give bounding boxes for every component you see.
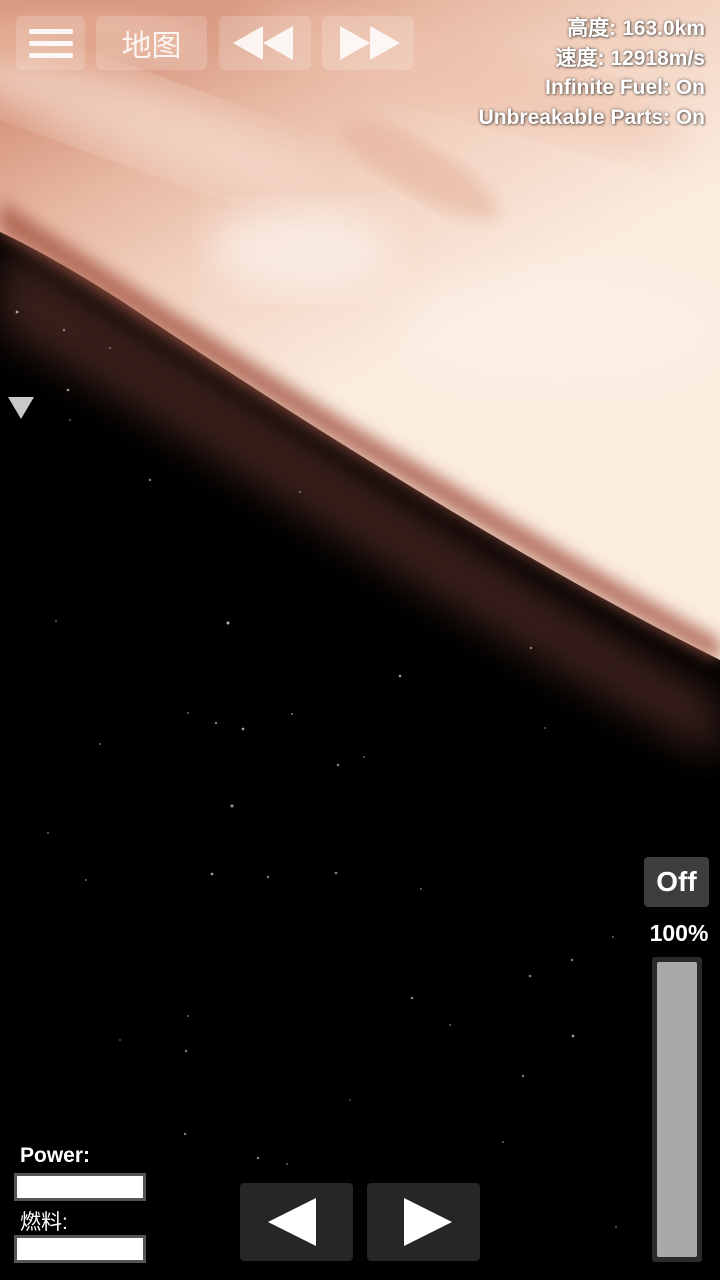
unbreakable-parts-status: Unbreakable Parts: On — [478, 105, 705, 129]
speed-readout: 速度: 12918m/s — [555, 46, 705, 70]
engine-toggle-label: Off — [656, 866, 697, 897]
fast-forward-button[interactable] — [322, 16, 414, 70]
hamburger-menu-icon-line — [29, 41, 73, 46]
rotate-left-button[interactable] — [240, 1183, 353, 1261]
power-label: Power: — [20, 1144, 91, 1167]
hamburger-menu-icon — [29, 29, 73, 34]
cloud-band — [400, 270, 720, 390]
fuel-label: 燃料: — [20, 1211, 68, 1234]
rewind-icon — [233, 26, 293, 60]
flight-stats: 高度: 163.0km 速度: 12918m/s Infinite Fuel: … — [479, 14, 705, 132]
fuel-bar — [14, 1235, 146, 1263]
triangle-down-icon — [8, 397, 34, 419]
rotate-right-button[interactable] — [367, 1183, 480, 1261]
altitude-readout: 高度: 163.0km — [567, 17, 705, 40]
hamburger-menu-icon-line — [29, 53, 73, 58]
rewind-button[interactable] — [219, 16, 311, 70]
menu-button[interactable] — [16, 16, 85, 70]
throttle-percent: 100% — [649, 920, 709, 946]
map-button-label: 地图 — [121, 30, 182, 63]
triangle-left-icon — [268, 1198, 316, 1246]
power-bar — [14, 1173, 146, 1201]
storm-spot — [210, 205, 390, 295]
triangle-right-icon — [404, 1198, 452, 1246]
space-scene — [0, 0, 720, 1280]
throttle-slider[interactable] — [652, 957, 702, 1262]
throttle-fill — [657, 962, 697, 1257]
infinite-fuel-status: Infinite Fuel: On — [545, 76, 705, 99]
power-bar-fill — [17, 1176, 143, 1198]
engine-toggle-button[interactable]: Off — [644, 857, 709, 907]
fast-forward-icon — [340, 26, 400, 60]
fuel-bar-fill — [17, 1238, 143, 1260]
map-button[interactable]: 地图 — [96, 16, 207, 70]
